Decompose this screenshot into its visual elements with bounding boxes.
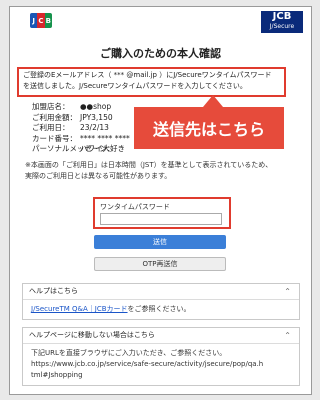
resend-otp-button[interactable]: OTP再送信 <box>94 257 226 271</box>
email-notice-line2: を送信しました。J/Secureワンタイムパスワードを入力してください。 <box>23 82 247 90</box>
help-page-url-line2: tml#Jshopping <box>31 371 83 379</box>
logo-letter-b: B <box>44 13 52 28</box>
detail-row: 加盟店名： ●●shop <box>32 102 130 113</box>
detail-label: ご利用金額： <box>32 112 77 122</box>
help-panel-title: ヘルプはこちら <box>29 287 78 295</box>
help-panel-body: J/SecureTM Q&A｜JCBカードをご参照ください。 <box>23 300 299 319</box>
send-button[interactable]: 送信 <box>94 235 226 249</box>
help-page-url-line1: https://www.jcb.co.jp/service/safe-secur… <box>31 360 264 368</box>
header: J C B JCB J/Secure <box>10 7 311 37</box>
help-link[interactable]: J/SecureTM Q&A｜JCBカード <box>31 305 128 313</box>
callout-text: 送信先はこちら <box>152 120 265 139</box>
jcb-logo-left: J C B <box>30 13 52 28</box>
detail-row: カード番号： **** **** **** <box>32 134 130 145</box>
help-panel: ヘルプはこちら ⌃ J/SecureTM Q&A｜JCBカードをご参照ください。 <box>22 283 300 320</box>
otp-input[interactable] <box>100 213 222 225</box>
otp-label: ワンタイムパスワード <box>100 203 170 211</box>
help-page-panel-title: ヘルプページに移動しない場合はこちら <box>29 331 155 339</box>
chevron-up-icon[interactable]: ⌃ <box>284 328 291 343</box>
email-notice-line1: ご登録のEメールアドレス（ *** @mail.jp ）にJ/Secureワンタ… <box>23 71 272 79</box>
detail-value: JPY3,150 <box>80 112 113 122</box>
detail-value: ●●shop <box>80 102 112 111</box>
detail-row: パーソナルメッセージ：ハワイ大好き <box>32 144 130 155</box>
logo-letter-c: C <box>37 13 45 28</box>
detail-value: **** **** **** <box>80 133 130 143</box>
auth-screen: J C B JCB J/Secure ご購入のための本人確認 ご登録のEメールア… <box>9 6 312 395</box>
chevron-up-icon[interactable]: ⌃ <box>284 284 291 299</box>
logo-letter-j: J <box>30 13 38 28</box>
jsecure-logo-sub: J/Secure <box>269 23 295 30</box>
help-page-panel-header[interactable]: ヘルプページに移動しない場合はこちら ⌃ <box>23 328 299 344</box>
detail-value: ハワイ大好き <box>80 144 125 153</box>
page-title: ご購入のための本人確認 <box>100 47 221 60</box>
transaction-details: 加盟店名： ●●shop ご利用金額： JPY3,150 ご利用日： 23/2/13 … <box>32 102 130 155</box>
callout-arrow-icon <box>203 95 223 107</box>
help-page-panel-body: 下記URLを直接ブラウザにご入力いただき、ご参照ください。 https://ww… <box>23 344 299 385</box>
date-note-line2: 実際のご利用日とは異なる可能性があります。 <box>25 172 172 180</box>
jsecure-logo: JCB J/Secure <box>261 11 303 33</box>
otp-section: ワンタイムパスワード <box>93 197 231 229</box>
detail-value: 23/2/13 <box>80 123 109 132</box>
detail-label: ご利用日： <box>32 123 70 132</box>
date-note: ※本画面の「ご利用日」は日本時間（JST）を基準として表示されているため、 実際… <box>25 160 305 182</box>
detail-row: ご利用日： 23/2/13 <box>32 123 130 134</box>
help-panel-suffix: をご参照ください。 <box>127 305 191 313</box>
help-page-line1: 下記URLを直接ブラウザにご入力いただき、ご参照ください。 <box>31 349 227 357</box>
email-notice: ご登録のEメールアドレス（ *** @mail.jp ）にJ/Secureワンタ… <box>17 67 286 97</box>
detail-label: 加盟店名： <box>32 102 70 111</box>
jsecure-logo-brand: JCB <box>272 11 292 22</box>
callout-banner: 送信先はこちら <box>134 107 284 149</box>
detail-row: ご利用金額： JPY3,150 <box>32 113 130 124</box>
date-note-line1: ※本画面の「ご利用日」は日本時間（JST）を基準として表示されているため、 <box>25 161 273 169</box>
detail-label: パーソナルメッセージ： <box>32 144 115 153</box>
help-panel-header[interactable]: ヘルプはこちら ⌃ <box>23 284 299 300</box>
help-page-panel: ヘルプページに移動しない場合はこちら ⌃ 下記URLを直接ブラウザにご入力いただ… <box>22 327 300 386</box>
detail-label: カード番号： <box>32 133 77 143</box>
